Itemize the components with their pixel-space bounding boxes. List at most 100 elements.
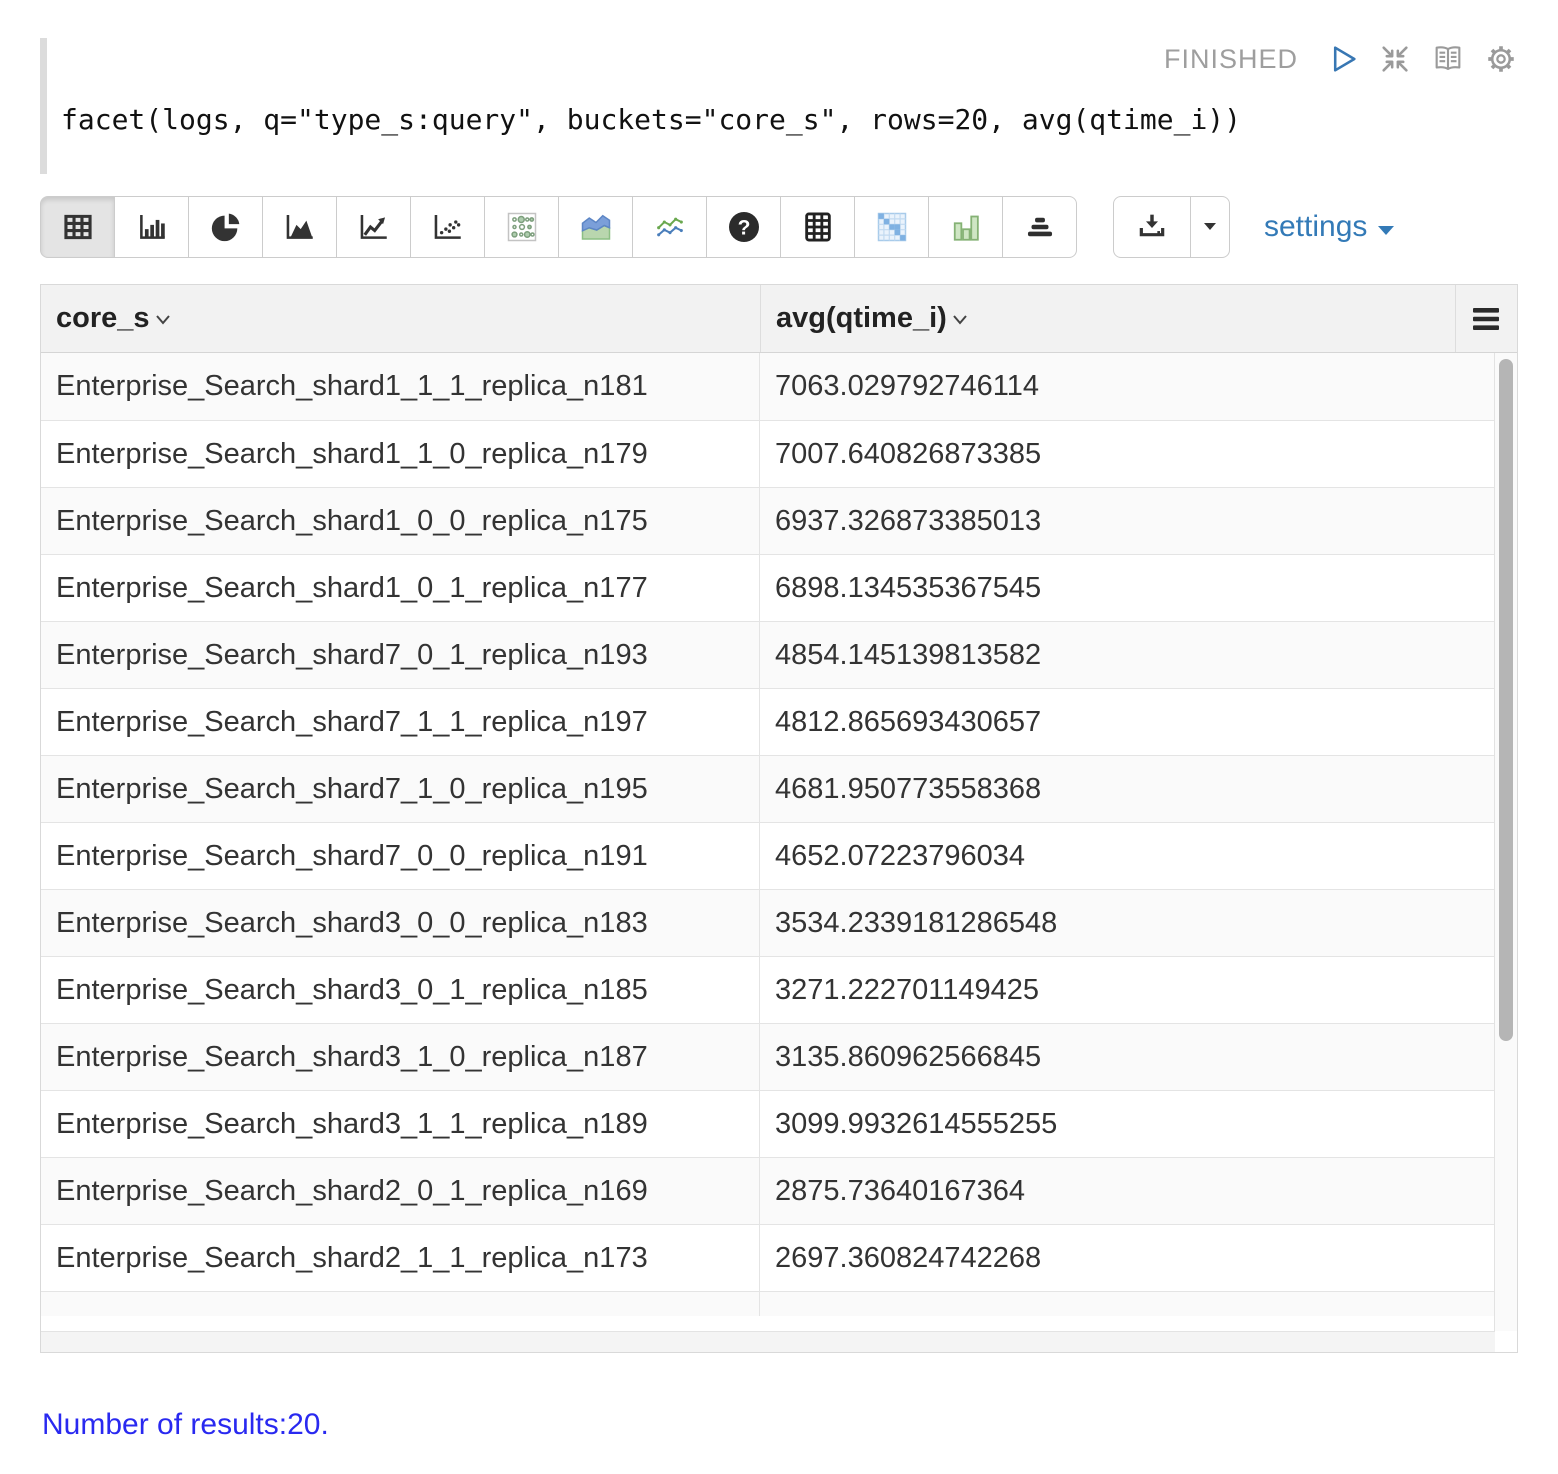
avg-qtime-cell: 2875.73640167364 xyxy=(760,1157,1495,1224)
pyramid-icon xyxy=(1022,210,1058,244)
avg-qtime-cell: 3099.9932614555255 xyxy=(760,1090,1495,1157)
chevron-down-icon[interactable] xyxy=(150,307,176,331)
book-icon xyxy=(1430,42,1466,76)
avg-qtime-cell: 6937.326873385013 xyxy=(760,487,1495,554)
pie-chart-icon xyxy=(208,210,244,244)
chevron-down-icon[interactable] xyxy=(947,307,973,331)
table-chart-button[interactable] xyxy=(40,196,115,258)
core-s-cell xyxy=(41,1291,760,1316)
table-row: Enterprise_Search_shard1_0_1_replica_n17… xyxy=(41,554,1495,621)
core-s-cell: Enterprise_Search_shard7_1_0_replica_n19… xyxy=(41,755,760,822)
core-s-cell: Enterprise_Search_shard3_0_0_replica_n18… xyxy=(41,889,760,956)
table-body-viewport: Enterprise_Search_shard1_1_1_replica_n18… xyxy=(41,353,1517,1331)
column-header-avg-qtime[interactable]: avg(qtime_i) xyxy=(761,285,1456,352)
stacked-area-chart-button[interactable] xyxy=(558,196,633,258)
settings-link[interactable]: settings xyxy=(1264,210,1395,244)
table-row: Enterprise_Search_shard2_1_1_replica_n17… xyxy=(41,1224,1495,1291)
table-row: Enterprise_Search_shard7_1_1_replica_n19… xyxy=(41,688,1495,755)
core-s-cell: Enterprise_Search_shard1_0_0_replica_n17… xyxy=(41,487,760,554)
table-row: Enterprise_Search_shard7_0_1_replica_n19… xyxy=(41,621,1495,688)
table-row: Enterprise_Search_shard1_0_0_replica_n17… xyxy=(41,487,1495,554)
core-s-cell: Enterprise_Search_shard3_1_1_replica_n18… xyxy=(41,1090,760,1157)
column-header-core-s[interactable]: core_s xyxy=(41,285,761,352)
bubble-matrix-button[interactable] xyxy=(484,196,559,258)
core-s-cell: Enterprise_Search_shard1_1_1_replica_n18… xyxy=(41,353,760,420)
multi-line-chart-button[interactable] xyxy=(632,196,707,258)
heatmap-button[interactable] xyxy=(854,196,929,258)
table-row: Enterprise_Search_shard3_1_0_replica_n18… xyxy=(41,1023,1495,1090)
settings-label: settings xyxy=(1264,210,1367,244)
multi-line-icon xyxy=(650,210,690,244)
avg-qtime-cell: 2697.360824742268 xyxy=(760,1224,1495,1291)
table-row: Enterprise_Search_shard1_1_1_replica_n18… xyxy=(41,353,1495,420)
bar-chart-button[interactable] xyxy=(114,196,189,258)
area-chart-icon xyxy=(281,210,319,244)
core-s-cell: Enterprise_Search_shard1_1_0_replica_n17… xyxy=(41,420,760,487)
green-bars-button[interactable] xyxy=(928,196,1003,258)
avg-qtime-cell: 3135.860962566845 xyxy=(760,1023,1495,1090)
status-text: FINISHED xyxy=(1164,44,1298,75)
line-chart-icon xyxy=(355,210,393,244)
heatmap-icon xyxy=(873,209,911,245)
table-header-row: core_s avg(qtime_i) xyxy=(41,285,1517,353)
download-options-button[interactable] xyxy=(1190,196,1230,258)
core-s-cell: Enterprise_Search_shard3_1_0_replica_n18… xyxy=(41,1023,760,1090)
avg-qtime-cell: 4812.865693430657 xyxy=(760,688,1495,755)
pyramid-button[interactable] xyxy=(1002,196,1077,258)
help-button[interactable]: ? xyxy=(706,196,781,258)
download-button[interactable] xyxy=(1113,196,1191,258)
area-chart-button[interactable] xyxy=(262,196,337,258)
line-chart-button[interactable] xyxy=(336,196,411,258)
table-menu-button[interactable] xyxy=(1456,285,1516,352)
core-s-cell: Enterprise_Search_shard7_0_1_replica_n19… xyxy=(41,621,760,688)
code-editor[interactable]: facet(logs, q="type_s:query", buckets="c… xyxy=(61,103,1241,136)
core-s-cell: Enterprise_Search_shard3_0_1_replica_n18… xyxy=(41,956,760,1023)
visualization-toolbar: ? settings xyxy=(40,196,1518,258)
table-row-partial xyxy=(41,1291,1495,1316)
avg-qtime-cell: 7063.029792746114 xyxy=(760,353,1495,420)
svg-text:?: ? xyxy=(737,217,750,240)
settings-gear-button[interactable] xyxy=(1484,42,1518,76)
bubble-matrix-icon xyxy=(503,209,541,245)
avg-qtime-cell: 4652.07223796034 xyxy=(760,822,1495,889)
avg-qtime-cell: 6898.134535367545 xyxy=(760,554,1495,621)
paragraph-controls: FINISHED xyxy=(1164,42,1518,76)
horizontal-scrollbar[interactable] xyxy=(41,1331,1495,1352)
grid-table-icon xyxy=(801,209,835,245)
table-icon xyxy=(59,210,97,244)
download-split-button xyxy=(1113,196,1230,258)
download-icon xyxy=(1136,210,1168,245)
avg-qtime-cell: 7007.640826873385 xyxy=(760,420,1495,487)
green-bars-icon xyxy=(948,209,984,245)
results-table: core_s avg(qtime_i) Enterprise_Search_sh… xyxy=(40,284,1518,1353)
avg-qtime-cell xyxy=(760,1291,1495,1316)
table-row: Enterprise_Search_shard2_0_1_replica_n16… xyxy=(41,1157,1495,1224)
collapse-output-button[interactable] xyxy=(1378,42,1412,76)
table-row: Enterprise_Search_shard3_0_1_replica_n18… xyxy=(41,956,1495,1023)
avg-qtime-cell: 4681.950773558368 xyxy=(760,755,1495,822)
editor-gutter xyxy=(40,38,47,174)
bar-chart-icon xyxy=(133,210,171,244)
hamburger-icon xyxy=(1471,306,1501,332)
avg-qtime-cell: 4854.145139813582 xyxy=(760,621,1495,688)
run-icon xyxy=(1326,42,1360,76)
column-label: avg(qtime_i) xyxy=(776,302,947,335)
show-editor-button[interactable] xyxy=(1430,42,1466,76)
vertical-scrollbar[interactable] xyxy=(1494,353,1517,1331)
core-s-cell: Enterprise_Search_shard7_1_1_replica_n19… xyxy=(41,688,760,755)
core-s-cell: Enterprise_Search_shard2_0_1_replica_n16… xyxy=(41,1157,760,1224)
core-s-cell: Enterprise_Search_shard1_0_1_replica_n17… xyxy=(41,554,760,621)
table-body: Enterprise_Search_shard1_1_1_replica_n18… xyxy=(41,353,1495,1316)
table-row: Enterprise_Search_shard1_1_0_replica_n17… xyxy=(41,420,1495,487)
gear-icon xyxy=(1484,42,1518,76)
run-button[interactable] xyxy=(1326,42,1360,76)
caret-down-icon xyxy=(1201,219,1219,236)
scrollbar-thumb[interactable] xyxy=(1499,359,1513,1041)
avg-qtime-cell: 3271.222701149425 xyxy=(760,956,1495,1023)
pie-chart-button[interactable] xyxy=(188,196,263,258)
table-row: Enterprise_Search_shard7_0_0_replica_n19… xyxy=(41,822,1495,889)
caret-down-icon xyxy=(1377,210,1395,244)
scatter-plot-button[interactable] xyxy=(410,196,485,258)
grid-table-button[interactable] xyxy=(780,196,855,258)
column-label: core_s xyxy=(56,302,150,335)
